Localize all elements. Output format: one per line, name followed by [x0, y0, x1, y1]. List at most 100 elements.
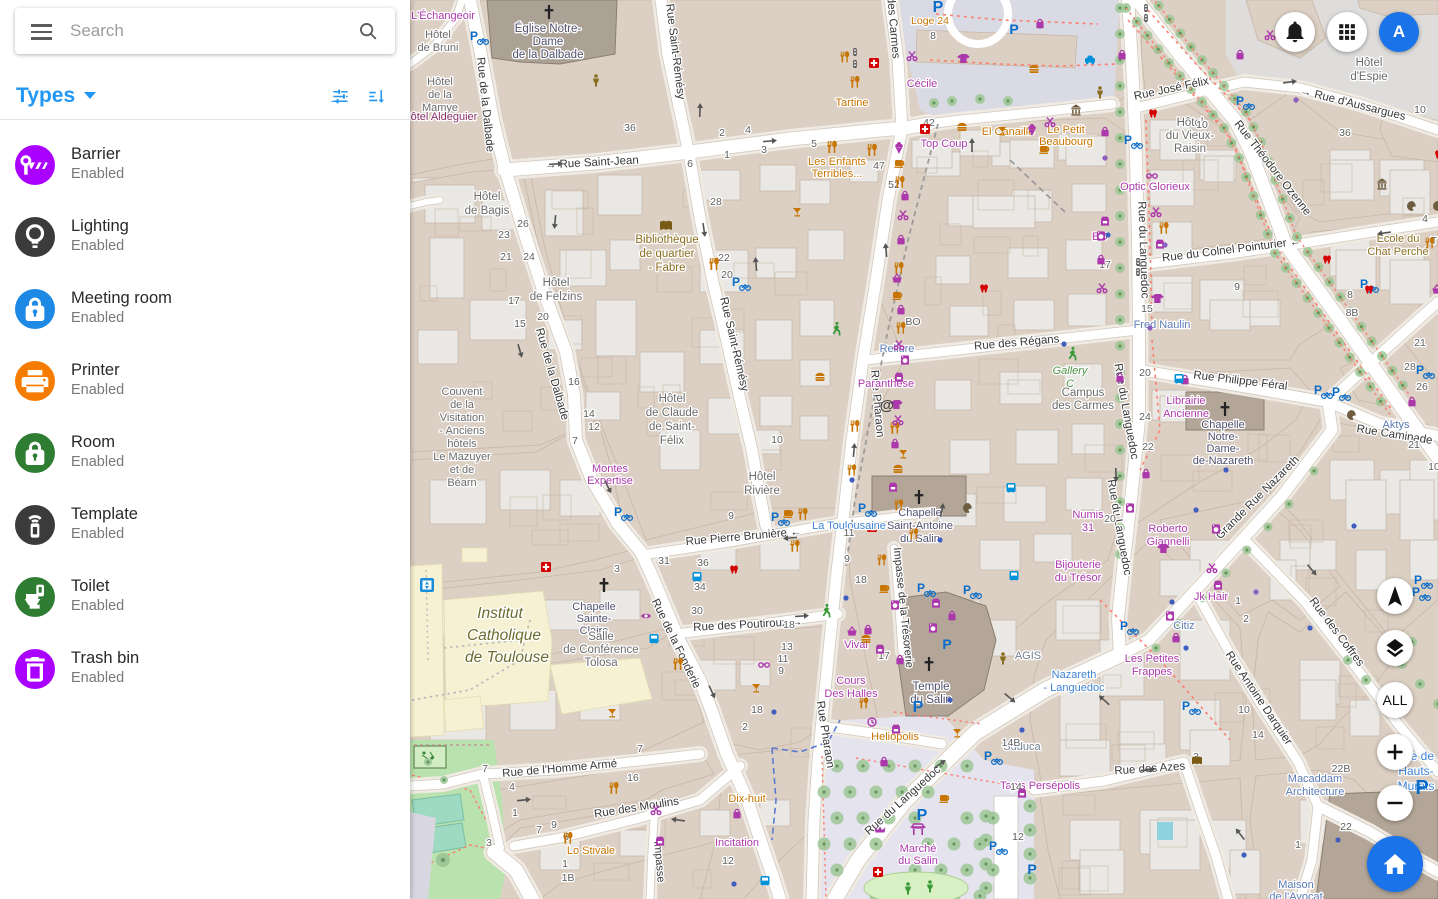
svg-text:de quartier: de quartier [640, 248, 695, 260]
svg-text:Librairie: Librairie [1166, 395, 1205, 407]
svg-text:- Languedoc: - Languedoc [1043, 682, 1105, 694]
svg-text:de Conférence: de Conférence [563, 644, 638, 656]
svg-text:24: 24 [1139, 411, 1151, 423]
svg-text:Hôtel: Hôtel [659, 393, 686, 405]
svg-text:P: P [732, 275, 740, 289]
svg-text:9: 9 [1234, 281, 1240, 293]
svg-text:Salle: Salle [588, 631, 614, 643]
svg-text:Loge 24: Loge 24 [911, 15, 949, 27]
svg-text:7: 7 [536, 824, 542, 836]
svg-text:9: 9 [728, 510, 734, 522]
svg-text:Saint-Antoine: Saint-Antoine [887, 520, 953, 532]
svg-text:9: 9 [778, 665, 784, 677]
svg-text:du Salin: du Salin [900, 533, 940, 545]
svg-text:du Salin: du Salin [898, 855, 938, 867]
svg-text:Sainte-: Sainte- [577, 613, 612, 625]
svg-text:3: 3 [614, 563, 620, 575]
svg-text:1: 1 [1295, 839, 1301, 851]
svg-text:14: 14 [1252, 729, 1264, 741]
svg-text:13: 13 [781, 641, 793, 653]
svg-text:Maison: Maison [1278, 879, 1313, 891]
svg-text:10: 10 [1428, 461, 1438, 473]
svg-text:Chapelle: Chapelle [1201, 419, 1244, 431]
svg-text:7: 7 [572, 435, 578, 447]
svg-text:Terribles...: Terribles... [812, 168, 863, 180]
svg-text:Hôtel Aldeguier: Hôtel Aldeguier [410, 111, 478, 123]
svg-text:P: P [933, 0, 944, 16]
svg-text:26: 26 [1416, 381, 1428, 393]
svg-text:Nazareth: Nazareth [1052, 669, 1097, 681]
svg-text:Hôtel: Hôtel [474, 191, 501, 203]
svg-text:47: 47 [873, 160, 885, 172]
svg-text:14B: 14B [1002, 737, 1021, 749]
svg-text:4: 4 [509, 781, 515, 793]
svg-text:- Anciens: - Anciens [439, 425, 485, 437]
svg-text:P: P [1415, 777, 1428, 799]
svg-text:9: 9 [844, 553, 850, 565]
svg-text:21: 21 [1414, 337, 1426, 349]
svg-text:6: 6 [687, 158, 693, 170]
svg-text:Frappes: Frappes [1132, 666, 1173, 678]
svg-text:Béarn: Béarn [447, 477, 476, 489]
svg-text:Tartine: Tartine [835, 97, 868, 109]
svg-text:Bijouterie: Bijouterie [1055, 559, 1101, 571]
svg-text:P: P [1332, 385, 1340, 399]
svg-text:26: 26 [517, 218, 529, 230]
svg-text:10: 10 [771, 434, 783, 446]
svg-text:31: 31 [658, 555, 670, 567]
svg-text:P: P [917, 807, 928, 824]
svg-text:P: P [858, 501, 866, 515]
svg-text:Temple: Temple [912, 681, 949, 693]
svg-text:P: P [1182, 699, 1190, 713]
svg-text:AGIS: AGIS [1015, 650, 1041, 662]
svg-text:Église Notre-: Église Notre- [515, 22, 582, 35]
svg-text:P: P [1314, 383, 1322, 397]
svg-text:16: 16 [627, 772, 639, 784]
svg-text:9: 9 [551, 819, 557, 831]
svg-text:Chat Perché: Chat Perché [1367, 246, 1428, 258]
svg-text:12: 12 [722, 855, 734, 867]
svg-text:31: 31 [1082, 522, 1094, 534]
svg-text:Hôtel: Hôtel [425, 29, 451, 41]
svg-text:15: 15 [514, 318, 526, 330]
svg-text:Lo Stivale: Lo Stivale [567, 845, 615, 857]
svg-text:11: 11 [778, 653, 789, 665]
svg-text:12: 12 [588, 421, 600, 433]
svg-text:5: 5 [811, 138, 817, 150]
svg-text:12: 12 [1012, 831, 1024, 843]
svg-text:P: P [942, 636, 951, 652]
svg-text:22B: 22B [1332, 763, 1351, 775]
svg-text:1B: 1B [562, 872, 575, 884]
svg-text:Hôtel: Hôtel [749, 471, 776, 483]
svg-text:P: P [1027, 861, 1036, 877]
svg-text:Gallery: Gallery [1053, 365, 1089, 377]
svg-text:8: 8 [1347, 289, 1353, 301]
svg-text:22: 22 [1142, 441, 1154, 453]
svg-text:Fred Naulin: Fred Naulin [1134, 319, 1191, 331]
svg-text:Félix: Félix [660, 435, 685, 447]
svg-text:Dame: Dame [533, 36, 564, 48]
svg-text:Visitation: Visitation [440, 412, 484, 424]
svg-text:20: 20 [1139, 367, 1151, 379]
svg-text:El Canaille: El Canaille [982, 126, 1035, 138]
svg-text:10: 10 [1238, 704, 1250, 716]
svg-text:P: P [913, 699, 924, 716]
svg-text:8: 8 [930, 30, 936, 42]
svg-text:des Carmes: des Carmes [1052, 400, 1114, 412]
svg-text:L'Échangeoir: L'Échangeoir [411, 9, 475, 22]
svg-text:du Vieux-: du Vieux- [1166, 130, 1215, 142]
svg-text:de la: de la [428, 89, 453, 101]
svg-text:7: 7 [637, 743, 643, 755]
svg-text:36: 36 [624, 122, 636, 134]
svg-text:36: 36 [697, 557, 709, 569]
svg-text:Chapelle: Chapelle [572, 601, 615, 613]
svg-text:Optic Glorieux: Optic Glorieux [1120, 181, 1190, 193]
svg-text:Hôtel: Hôtel [427, 76, 453, 88]
svg-text:Numis: Numis [1072, 509, 1104, 521]
svg-text:Bibliothèque: Bibliothèque [635, 234, 698, 246]
svg-text:36: 36 [1339, 127, 1351, 139]
svg-text:P: P [1120, 619, 1128, 633]
svg-text:22: 22 [718, 252, 730, 264]
svg-text:30: 30 [691, 605, 703, 617]
svg-text:P: P [1412, 585, 1420, 599]
